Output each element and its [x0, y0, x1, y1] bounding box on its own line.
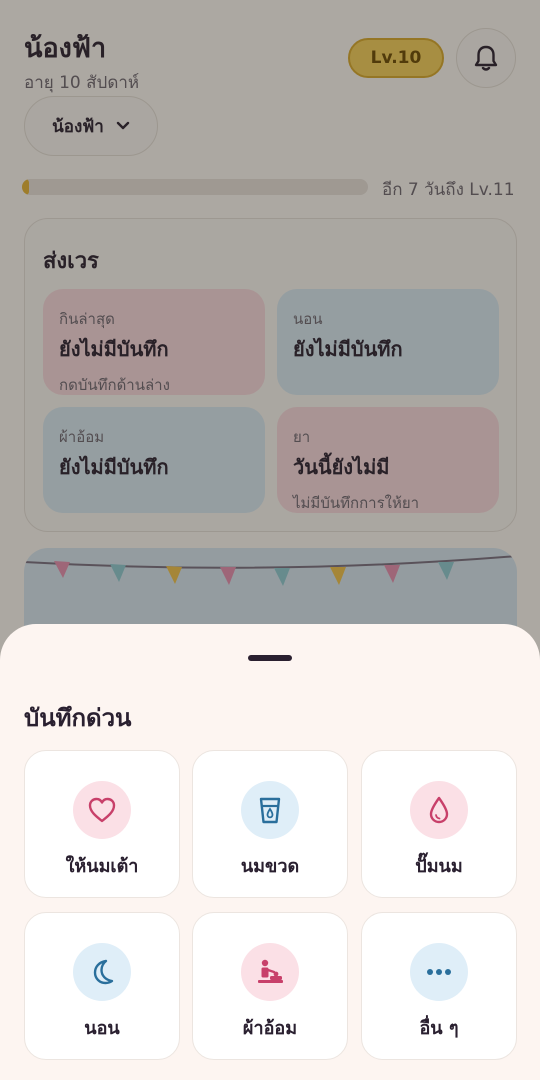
bottle-icon-circle	[241, 781, 299, 839]
other-label: อื่น ๆ	[419, 1018, 459, 1039]
other-icon-circle	[410, 943, 468, 1001]
pump-button[interactable]: ปั๊มนม	[361, 750, 517, 898]
sleep-icon-circle	[73, 943, 131, 1001]
sleep-button[interactable]: นอน	[24, 912, 180, 1060]
bottle-feed-label: นมขวด	[240, 856, 300, 877]
drop-icon	[429, 796, 449, 824]
breastfeed-icon-circle	[73, 781, 131, 839]
moon-icon	[93, 959, 114, 985]
other-button[interactable]: อื่น ๆ	[361, 912, 517, 1060]
breastfeed-label: ให้นมเต้า	[65, 856, 139, 877]
diaper-change-icon	[258, 959, 283, 983]
diaper-icon-circle	[241, 943, 299, 1001]
sheet-drag-handle[interactable]	[248, 655, 292, 661]
diaper-label: ผ้าอ้อม	[242, 1018, 298, 1039]
diaper-button[interactable]: ผ้าอ้อม	[192, 912, 348, 1060]
quick-log-title: บันทึกด่วน	[24, 704, 132, 732]
pump-icon-circle	[410, 781, 468, 839]
bottle-feed-button[interactable]: นมขวด	[192, 750, 348, 898]
pump-label: ปั๊มนม	[415, 856, 463, 877]
quick-log-sheet: บันทึกด่วน ให้นมเต้า นมขวด ปั๊มนม นอน ผ้…	[0, 624, 540, 1080]
more-dots-icon	[427, 969, 451, 975]
sleep-label: นอน	[84, 1018, 120, 1039]
bottle-icon	[259, 797, 281, 824]
breastfeed-button[interactable]: ให้นมเต้า	[24, 750, 180, 898]
heart-icon	[88, 797, 116, 823]
